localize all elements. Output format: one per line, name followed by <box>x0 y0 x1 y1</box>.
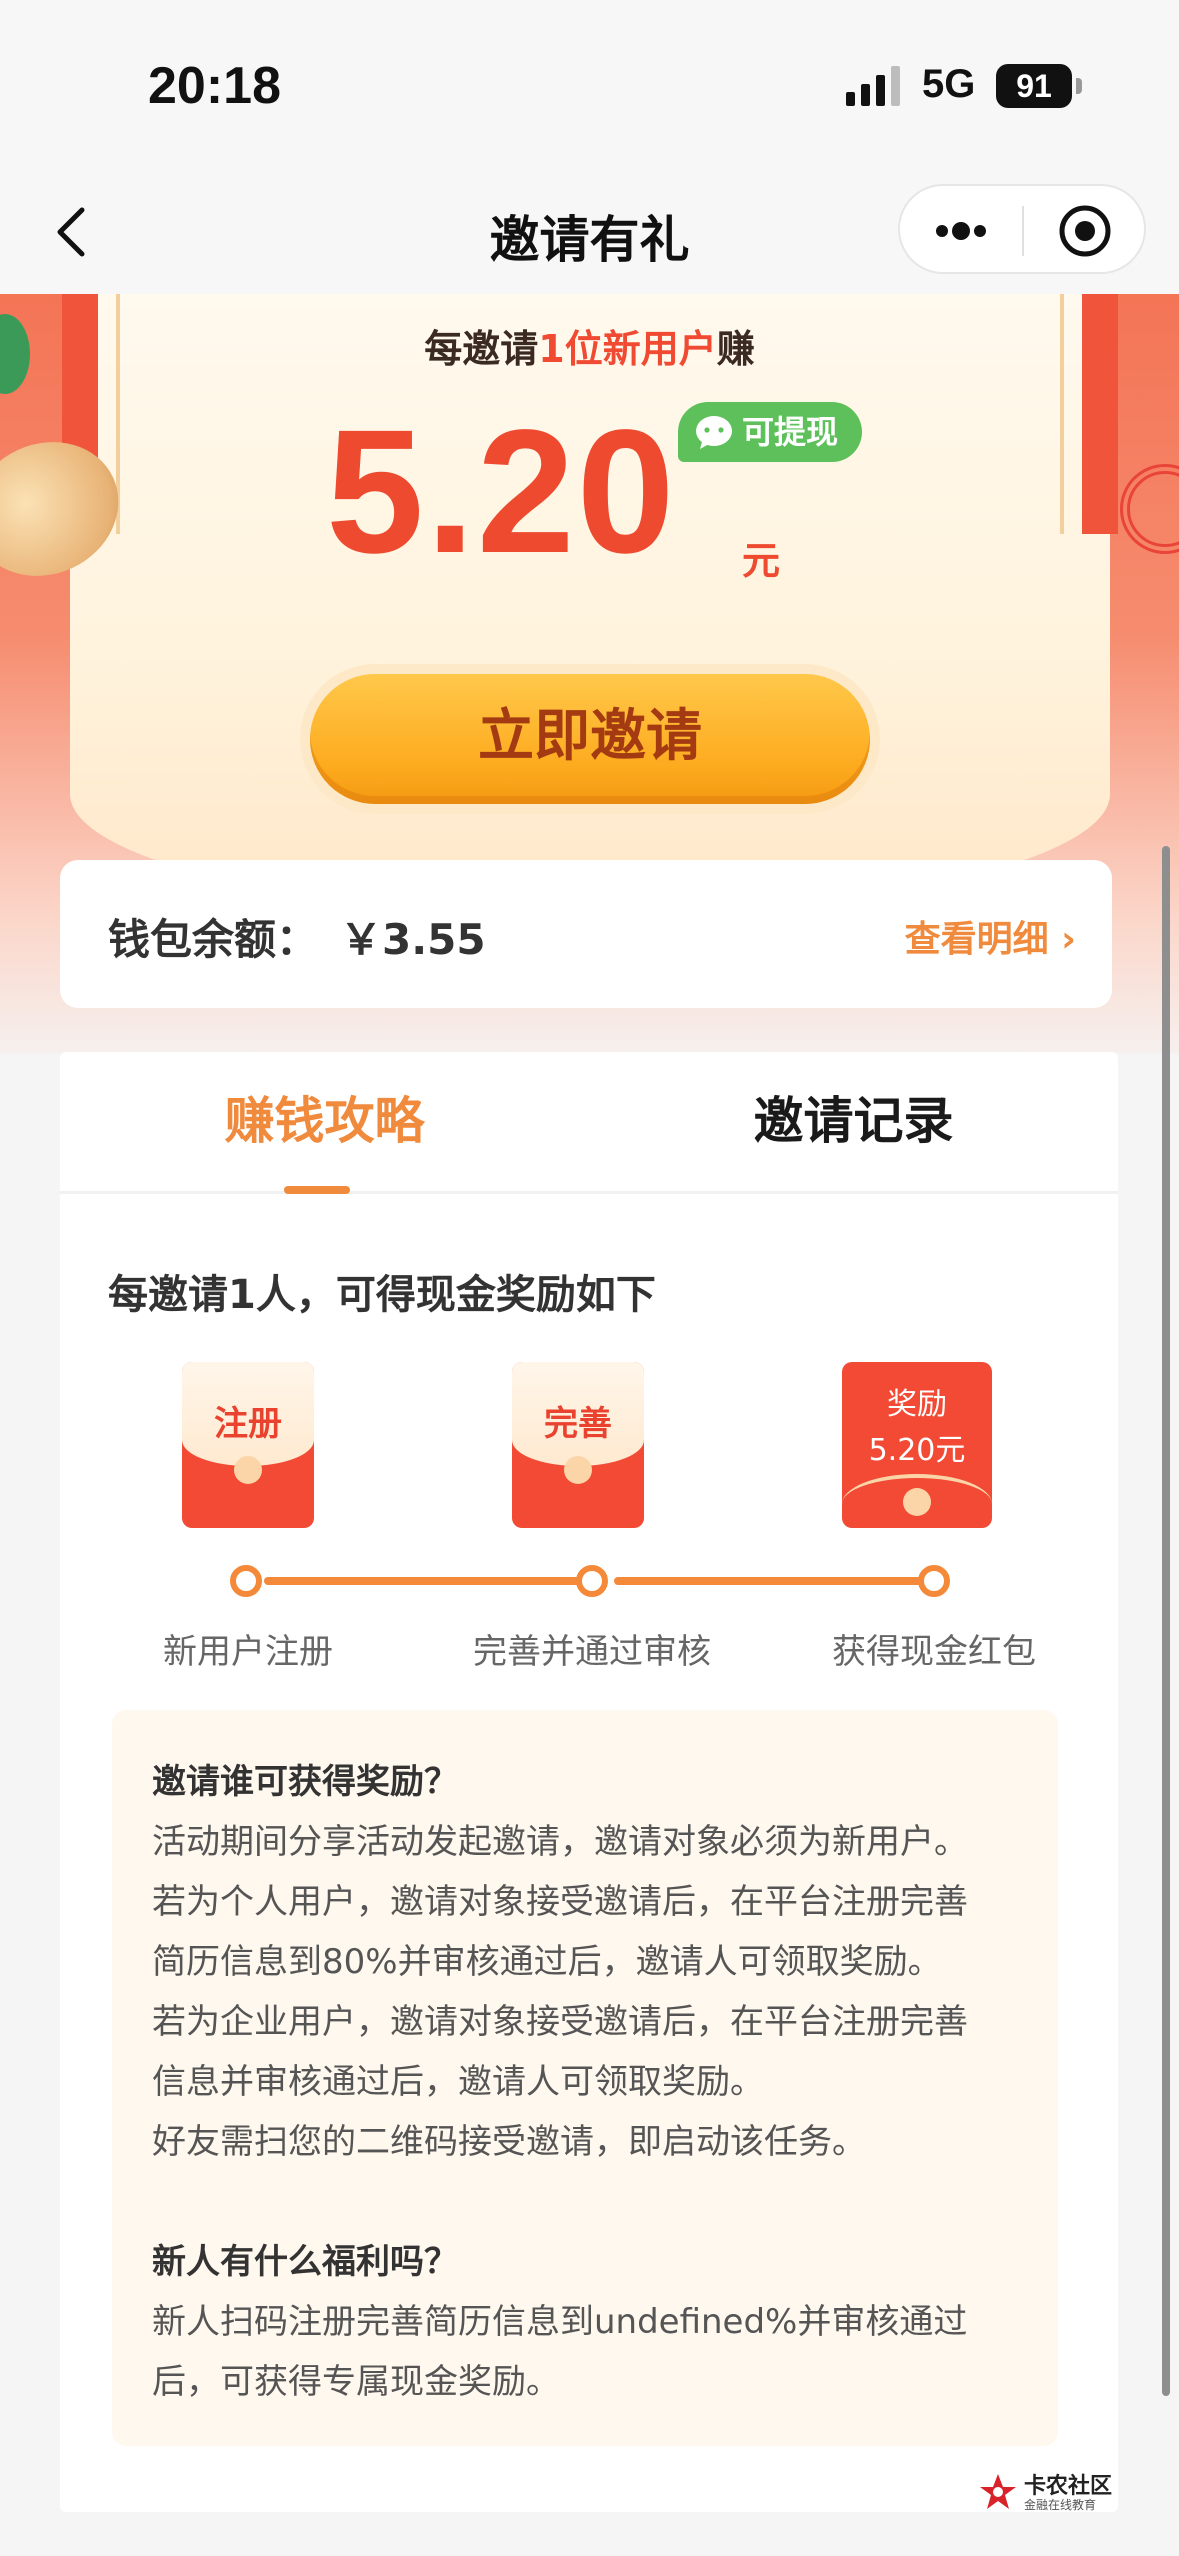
step-dot <box>230 1565 262 1597</box>
faq-answer-line: 后，可获得专属现金奖励。 <box>152 2362 560 2402</box>
view-details-link[interactable]: 查看明细 › <box>905 910 1076 962</box>
reward-envelope-icon: 奖励 5.20元 <box>842 1362 992 1528</box>
scrollbar[interactable] <box>1162 846 1170 2396</box>
faq-answer-line: 活动期间分享活动发起邀请，邀请对象必须为新用户。 <box>152 1822 968 1862</box>
faq-answer-line: 若为个人用户，邀请对象接受邀请后，在平台注册完善 <box>152 1882 968 1922</box>
watermark-subtitle: 金融在线教育 <box>1024 2498 1097 2512</box>
close-miniapp-icon[interactable] <box>1024 186 1146 276</box>
withdrawable-badge: 可提现 <box>678 402 863 462</box>
envelope-seal <box>234 1456 262 1484</box>
status-bar: 20:18 5G 91 <box>0 0 1179 170</box>
envelope-label: 注册 <box>214 1404 282 1444</box>
faq-answer-line: 简历信息到80%并审核通过后，邀请人可领取奖励。 <box>152 1942 942 1982</box>
wechat-icon <box>696 416 732 449</box>
progress-line <box>264 1577 586 1585</box>
reward-unit: 元 <box>742 539 781 583</box>
watermark: 卡农社区 金融在线教育 <box>978 2468 1138 2518</box>
tab-invite-records[interactable]: 邀请记录 <box>589 1052 1118 1194</box>
step-label-register: 新用户注册 <box>163 1632 333 1672</box>
reward-envelope-line2: 5.20元 <box>868 1433 966 1468</box>
invite-now-button[interactable]: 立即邀请 <box>300 664 880 814</box>
faq-answer-line: 信息并审核通过后，邀请人可领取奖励。 <box>152 2062 764 2102</box>
invite-subtitle: 每邀请1位新用户赚 <box>0 318 1179 373</box>
faq-answer-line: 新人扫码注册完善简历信息到undefined%并审核通过 <box>152 2302 968 2342</box>
subtitle-prefix: 每邀请 <box>424 327 539 371</box>
envelope-seal <box>903 1488 931 1516</box>
tab-bar: 赚钱攻略 邀请记录 <box>60 1052 1118 1194</box>
wallet-balance: ￥3.55 <box>340 915 486 964</box>
badge-label: 可提现 <box>742 413 839 451</box>
watermark-logo-icon <box>980 2474 1016 2509</box>
register-envelope-icon: 注册 <box>182 1362 314 1528</box>
faq-question: 新人有什么福利吗？ <box>152 2242 458 2282</box>
step-label-reward: 获得现金红包 <box>832 1632 1036 1672</box>
step-label-complete: 完善并通过审核 <box>473 1632 711 1672</box>
network-label: 5G <box>922 62 976 106</box>
nav-bar: 邀请有礼 <box>0 170 1179 294</box>
battery-icon: 91 <box>996 64 1072 108</box>
hero-card <box>70 294 1110 914</box>
reward-envelope-text: 奖励 5.20元 <box>842 1382 992 1474</box>
signal-icon <box>846 66 900 106</box>
envelope-label: 完善 <box>544 1404 612 1444</box>
miniapp-capsule <box>898 184 1146 274</box>
wallet-card: 钱包余额： ￥3.55 查看明细 › <box>60 860 1112 1008</box>
complete-envelope-icon: 完善 <box>512 1362 644 1528</box>
faq-box: 邀请谁可获得奖励？ 活动期间分享活动发起邀请，邀请对象必须为新用户。 若为个人用… <box>112 1710 1058 2446</box>
invite-now-label: 立即邀请 <box>310 674 870 804</box>
tab-earning-strategy[interactable]: 赚钱攻略 <box>60 1052 589 1194</box>
faq-answer-line: 好友需扫您的二维码接受邀请，即启动该任务。 <box>152 2122 866 2162</box>
reward-amount: 5.20 <box>326 394 677 590</box>
status-time: 20:18 <box>148 57 281 115</box>
reward-envelope-line1: 奖励 <box>887 1387 947 1422</box>
step-dot <box>576 1565 608 1597</box>
subtitle-highlight: 1位新用户 <box>538 327 717 371</box>
envelope-seal <box>564 1456 592 1484</box>
wave-decoration <box>1120 464 1179 554</box>
step-dot <box>918 1565 950 1597</box>
more-options-icon[interactable] <box>900 186 1022 276</box>
wallet-label: 钱包余额： <box>108 915 319 964</box>
progress-line <box>614 1577 936 1585</box>
reward-heading: 每邀请1人，可得现金奖励如下 <box>108 1272 656 1318</box>
faq-answer-line: 若为企业用户，邀请对象接受邀请后，在平台注册完善 <box>152 2002 968 2042</box>
faq-question: 邀请谁可获得奖励？ <box>152 1762 458 1802</box>
content-panel: 赚钱攻略 邀请记录 每邀请1人，可得现金奖励如下 注册 完善 奖励 5.20元 … <box>60 1052 1118 2512</box>
subtitle-suffix: 赚 <box>716 327 755 371</box>
active-tab-indicator <box>284 1186 350 1194</box>
battery-tip <box>1076 78 1082 94</box>
